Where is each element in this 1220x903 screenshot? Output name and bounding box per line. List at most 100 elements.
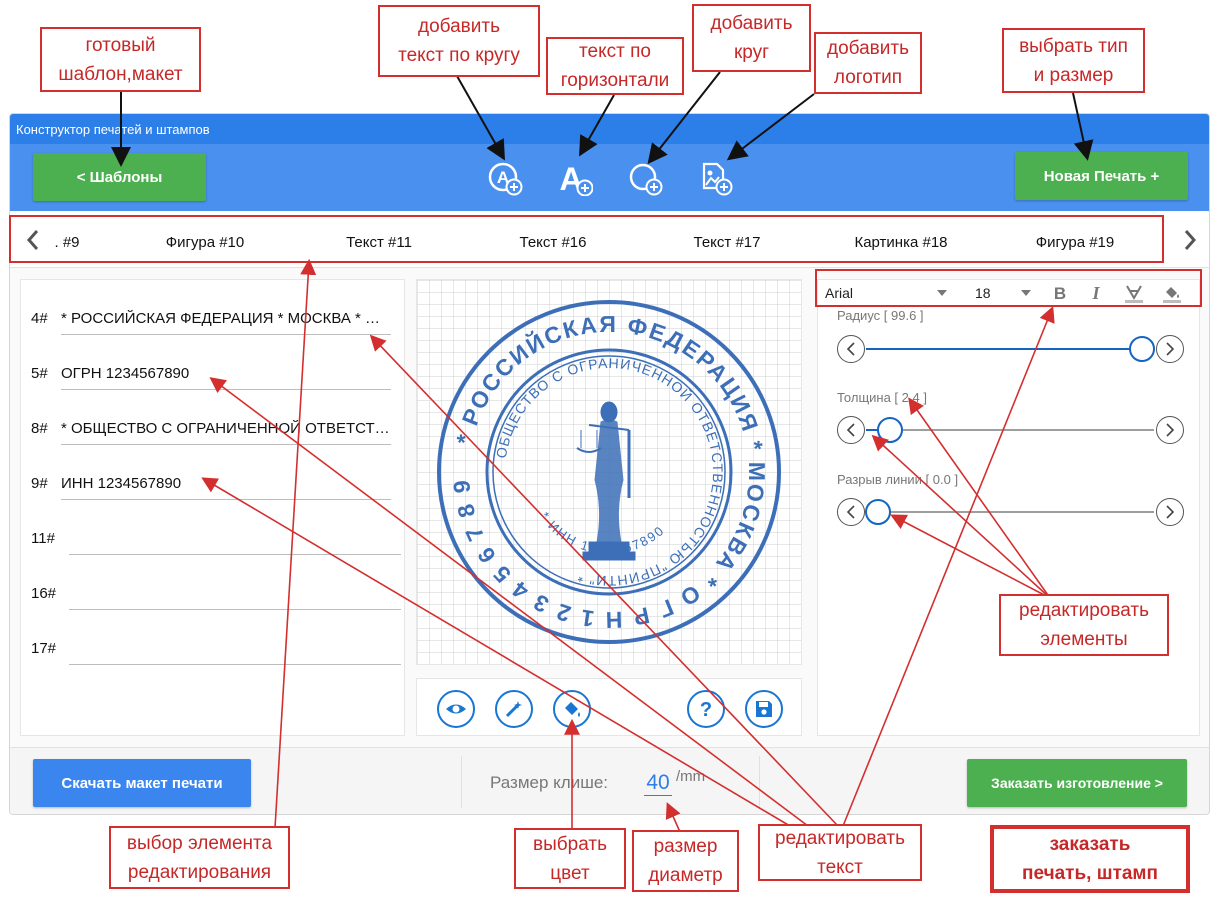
field-label: 5# — [31, 365, 48, 382]
thickness-slider-track[interactable] — [866, 429, 1154, 431]
preview-eye-button[interactable] — [437, 690, 475, 728]
annotation-text: печать, штамп — [1022, 863, 1158, 884]
annotation-text: выбрать — [533, 833, 607, 855]
radius-label: Радиус [ 99.6 ] — [837, 308, 924, 323]
stamp-preview-canvas[interactable]: * РОССИЙСКАЯ ФЕДЕРАЦИЯ * МОСКВА * О Г Р … — [410, 259, 802, 665]
magic-wand-button[interactable] — [495, 690, 533, 728]
text-field-input[interactable]: ОГРН 1234567890 — [61, 365, 391, 390]
color-picker-button[interactable] — [553, 690, 591, 728]
text-field-row: 16# — [31, 575, 401, 619]
annotation-text: добавить — [710, 13, 793, 34]
svg-text:?: ? — [700, 699, 712, 720]
line-gap-label: Разрыв линии [ 0.0 ] — [837, 472, 959, 487]
divider — [461, 756, 462, 808]
text-fields-panel: 4# * РОССИЙСКАЯ ФЕДЕРАЦИЯ * МОСКВА * ОГР… — [20, 279, 405, 736]
plate-size-input[interactable]: 40 — [644, 771, 672, 796]
annotation-text: редактирования — [127, 861, 272, 883]
text-field-input[interactable] — [69, 585, 401, 610]
add-circle-icon[interactable] — [627, 160, 663, 196]
text-field-input[interactable]: ИНН 1234567890 — [61, 475, 391, 500]
annotation-type-size: выбрать тип и размер — [1002, 28, 1145, 93]
order-button[interactable]: Заказать изготовление > — [967, 759, 1187, 807]
annotation-text: цвет — [550, 862, 590, 884]
text-field-input[interactable] — [69, 530, 401, 555]
field-label: 9# — [31, 475, 48, 492]
annotation-text: шаблон,макет — [58, 63, 183, 85]
annotation-text: круг — [733, 42, 770, 63]
annotation-add-circle: добавить круг — [692, 4, 811, 72]
annotation-pick-color: выбрать цвет — [514, 828, 626, 889]
bottom-bar: Скачать макет печати Размер клише: 40 /m… — [10, 747, 1209, 814]
line-gap-increase-button[interactable] — [1156, 498, 1184, 526]
annotation-text: выбрать тип — [1019, 35, 1128, 57]
new-stamp-button[interactable]: Новая Печать + — [1015, 152, 1188, 200]
annotation-diameter: размер диаметр — [632, 830, 739, 892]
annotation-text: элементы — [1040, 629, 1128, 650]
line-gap-decrease-button[interactable] — [837, 498, 865, 526]
text-field-row: 11# — [31, 520, 401, 564]
radius-increase-button[interactable] — [1156, 335, 1184, 363]
text-field-input[interactable] — [69, 640, 401, 665]
thickness-increase-button[interactable] — [1156, 416, 1184, 444]
add-logo-icon[interactable] — [697, 160, 733, 196]
tabs-highlight-frame — [9, 215, 1164, 263]
text-field-input[interactable]: * РОССИЙСКАЯ ФЕДЕРАЦИЯ * МОСКВА * ОГРН — [61, 310, 391, 335]
main-toolbar: < Шаблоны A A Новая Печать + — [10, 144, 1209, 211]
text-field-row: 9# ИНН 1234567890 — [31, 465, 401, 509]
stamp-preview-svg: * РОССИЙСКАЯ ФЕДЕРАЦИЯ * МОСКВА * О Г Р … — [410, 259, 801, 664]
text-field-row: 5# ОГРН 1234567890 — [31, 355, 401, 399]
chevron-left-icon — [846, 423, 855, 437]
radius-slider-fill — [866, 348, 1143, 350]
line-gap-slider-track[interactable] — [866, 511, 1154, 513]
annotation-text: выбор элемента — [126, 832, 273, 854]
properties-panel: Arial 18 B I Радиус [ 99.6 ] Толщина [ 2… — [817, 279, 1200, 736]
tabs-next-arrow-icon[interactable] — [1179, 226, 1201, 254]
field-label: 8# — [31, 420, 48, 437]
text-field-row: 17# — [31, 630, 401, 674]
paint-bucket-icon — [565, 702, 580, 717]
annotation-edit-elements: редактировать элементы — [999, 594, 1169, 656]
annotation-text: текст по — [579, 41, 651, 62]
annotation-order: заказать печать, штамп — [990, 825, 1190, 893]
thickness-slider-thumb[interactable] — [876, 417, 903, 443]
field-label: 4# — [31, 310, 48, 327]
annotated-screenshot: { "app": { "title": "Конструктор печатей… — [0, 0, 1220, 903]
text-field-row: 4# * РОССИЙСКАЯ ФЕДЕРАЦИЯ * МОСКВА * ОГР… — [31, 300, 401, 344]
plate-size-unit: /mm — [676, 768, 706, 785]
field-label: 16# — [31, 585, 57, 602]
chevron-right-icon — [1166, 423, 1175, 437]
chevron-left-icon — [846, 505, 855, 519]
thickness-slider-fill — [866, 429, 878, 431]
help-button[interactable]: ? — [687, 690, 725, 728]
annotation-select-element: выбор элемента редактирования — [109, 826, 290, 889]
annotation-text: и размер — [1033, 64, 1114, 86]
annotation-text: добавить — [827, 38, 909, 59]
templates-button[interactable]: < Шаблоны — [33, 153, 206, 201]
add-text-circle-icon[interactable]: A — [487, 160, 523, 196]
add-text-horizontal-icon[interactable]: A — [557, 160, 593, 196]
eye-icon — [446, 704, 466, 714]
annotation-text: диаметр — [648, 865, 723, 886]
thickness-decrease-button[interactable] — [837, 416, 865, 444]
annotation-text: добавить — [418, 16, 500, 37]
download-layout-button[interactable]: Скачать макет печати — [33, 759, 251, 807]
annotation-text: логотип — [833, 67, 903, 88]
field-label: 11# — [31, 530, 55, 547]
line-gap-slider-thumb[interactable] — [865, 499, 891, 525]
text-field-input[interactable]: * ОБЩЕСТВО С ОГРАНИЧЕННОЙ ОТВЕТСТВЕННОСТ… — [61, 420, 391, 445]
annotation-add-logo: добавить логотип — [814, 32, 922, 94]
divider — [759, 756, 760, 808]
save-button[interactable] — [745, 690, 783, 728]
radius-decrease-button[interactable] — [837, 335, 865, 363]
text-field-row: 8# * ОБЩЕСТВО С ОГРАНИЧЕННОЙ ОТВЕТСТВЕНН… — [31, 410, 401, 454]
magic-wand-icon — [505, 701, 522, 718]
plate-size-label: Размер клише: — [490, 773, 609, 792]
annotation-text: текст — [817, 856, 863, 878]
chevron-right-icon — [1166, 342, 1175, 356]
annotation-text: текст по кругу — [398, 45, 520, 66]
annotation-edit-text: редактировать текст — [758, 824, 922, 881]
annotation-text: редактировать — [775, 827, 905, 849]
question-icon: ? — [700, 699, 712, 720]
radius-slider-thumb[interactable] — [1129, 336, 1156, 362]
annotation-text-horizontal: текст по горизонтали — [546, 37, 684, 95]
